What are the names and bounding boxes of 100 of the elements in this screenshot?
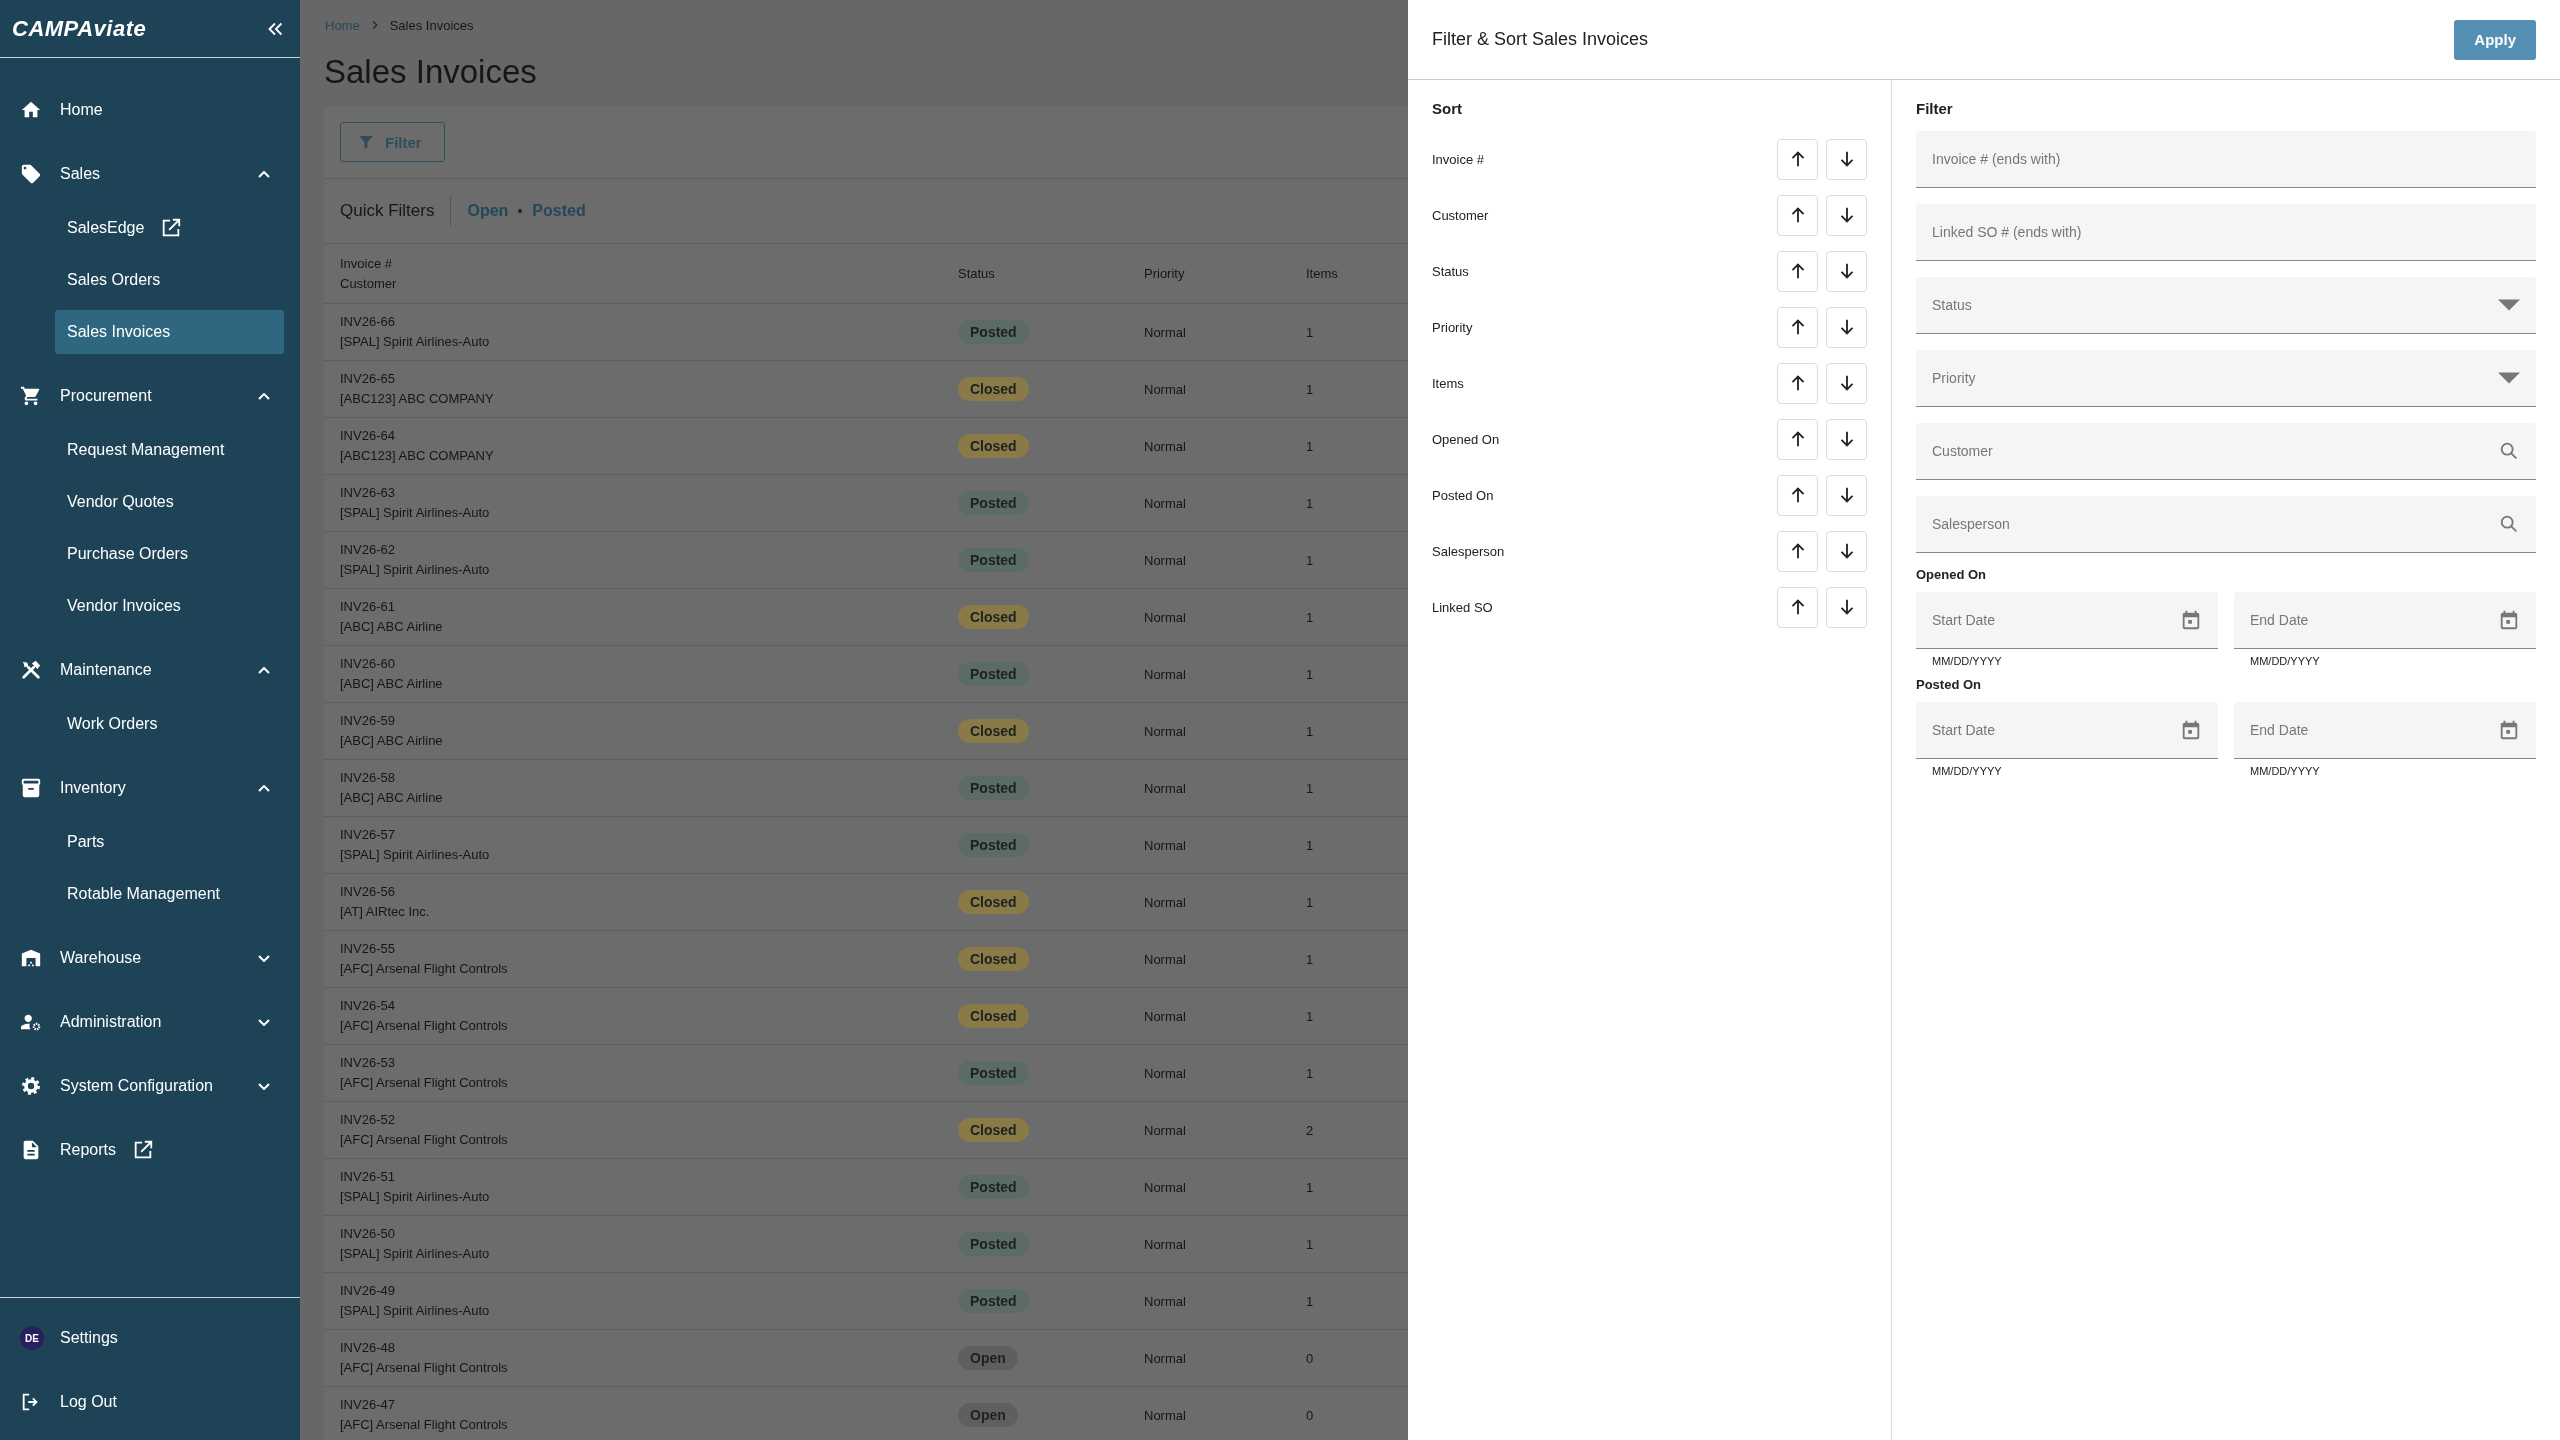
- nav-item[interactable]: System Configuration: [0, 1054, 300, 1118]
- table-cell-text: Normal: [1144, 324, 1187, 340]
- nav-subitem[interactable]: Rotable Management: [55, 872, 284, 916]
- nav-item[interactable]: Administration: [0, 990, 300, 1054]
- sort-ascending-button[interactable]: [1777, 474, 1818, 516]
- sort-ascending-button[interactable]: [1777, 138, 1818, 180]
- table-cell-text: Normal: [1144, 894, 1187, 910]
- table-cell-text: INV26-62 [SPAL] Spirit Airlines-Auto: [340, 541, 491, 579]
- status-badge: Closed: [958, 605, 1029, 629]
- nav-subitem[interactable]: Request Management: [55, 428, 284, 472]
- field-group-label: Posted On: [1916, 677, 1982, 692]
- table-cell-text: Normal: [1144, 723, 1187, 739]
- sort-label: Opened On: [1432, 431, 1501, 447]
- table-cell-text: Normal: [1144, 1236, 1187, 1252]
- table-cell-text: INV26-66 [SPAL] Spirit Airlines-Auto: [340, 313, 491, 351]
- table-cell-text: INV26-57 [SPAL] Spirit Airlines-Auto: [340, 826, 491, 864]
- nav-subitem[interactable]: Work Orders: [55, 702, 284, 746]
- table-cell-text: INV26-63 [SPAL] Spirit Airlines-Auto: [340, 484, 491, 522]
- helper-text: MM/DD/YYYY: [1931, 765, 2003, 777]
- table-cell-text: 2: [1306, 1122, 1315, 1138]
- input-field[interactable]: Invoice # (ends with): [1916, 131, 2536, 188]
- status-badge: Posted: [958, 1232, 1029, 1256]
- table-cell-text: 1: [1306, 1293, 1315, 1309]
- status-badge: Posted: [958, 662, 1029, 686]
- table-cell-text: INV26-54 [AFC] Arsenal Flight Controls: [340, 997, 509, 1035]
- sort-descending-button[interactable]: [1826, 138, 1867, 180]
- nav-item[interactable]: Warehouse: [0, 926, 300, 990]
- nav-item[interactable]: Home: [0, 78, 300, 142]
- nav-item[interactable]: Maintenance: [0, 638, 300, 702]
- table-cell-text: 0: [1306, 1407, 1315, 1423]
- table-cell-text: INV26-55 [AFC] Arsenal Flight Controls: [340, 940, 509, 978]
- status-badge: Closed: [958, 377, 1029, 401]
- calendar-icon: [2180, 719, 2202, 741]
- status-badge: Open: [958, 1346, 1018, 1370]
- calendar-icon: [2180, 609, 2202, 631]
- input-field[interactable]: Status: [1916, 277, 2536, 334]
- helper-text: MM/DD/YYYY: [2249, 655, 2321, 667]
- table-cell-text: 1: [1306, 837, 1315, 853]
- nav-subitem[interactable]: SalesEdge: [55, 206, 284, 250]
- input-field[interactable]: Start Date: [1916, 702, 2218, 759]
- sort-ascending-button[interactable]: [1777, 194, 1818, 236]
- input-field[interactable]: End Date: [2234, 592, 2536, 649]
- input-field[interactable]: End Date: [2234, 702, 2536, 759]
- sort-descending-button[interactable]: [1826, 250, 1867, 292]
- table-cell-text: 1: [1306, 951, 1315, 967]
- avatar: DE: [20, 1326, 44, 1350]
- sort-label: Status: [1432, 263, 1470, 279]
- sort-ascending-button[interactable]: [1777, 586, 1818, 628]
- sort-descending-button[interactable]: [1826, 530, 1867, 572]
- table-cell-text: Normal: [1144, 1008, 1187, 1024]
- status-badge: Closed: [958, 1118, 1029, 1142]
- table-cell-text: Normal: [1144, 1293, 1187, 1309]
- sort-label: Posted On: [1432, 487, 1495, 503]
- status-badge: Posted: [958, 548, 1029, 572]
- sort-descending-button[interactable]: [1826, 306, 1867, 348]
- sort-ascending-button[interactable]: [1777, 306, 1818, 348]
- nav-subitem[interactable]: Sales Invoices: [55, 310, 284, 354]
- table-cell-text: Normal: [1144, 666, 1187, 682]
- table-cell-text: 1: [1306, 1008, 1315, 1024]
- field-group-label: Opened On: [1916, 567, 1988, 582]
- table-cell-text: INV26-49 [SPAL] Spirit Airlines-Auto: [340, 1282, 491, 1320]
- input-field[interactable]: Priority: [1916, 350, 2536, 407]
- table-cell-text: Normal: [1144, 951, 1187, 967]
- nav-item[interactable]: Reports: [0, 1118, 300, 1182]
- input-field[interactable]: Linked SO # (ends with): [1916, 204, 2536, 261]
- table-cell-text: Normal: [1144, 837, 1187, 853]
- table-cell-text: INV26-48 [AFC] Arsenal Flight Controls: [340, 1339, 509, 1377]
- sort-label: Customer: [1432, 207, 1490, 223]
- input-field[interactable]: Salesperson: [1916, 496, 2536, 553]
- logout-item[interactable]: Log Out: [0, 1370, 300, 1434]
- table-cell-text: INV26-56 [AT] AIRtec Inc.: [340, 883, 431, 921]
- sort-ascending-button[interactable]: [1777, 250, 1818, 292]
- sort-descending-button[interactable]: [1826, 418, 1867, 460]
- sort-descending-button[interactable]: [1826, 194, 1867, 236]
- table-cell-text: 1: [1306, 552, 1315, 568]
- nav-item[interactable]: Inventory: [0, 756, 300, 820]
- sort-ascending-button[interactable]: [1777, 530, 1818, 572]
- nav-subitem[interactable]: Parts: [55, 820, 284, 864]
- nav-item[interactable]: Sales: [0, 142, 300, 206]
- settings-item[interactable]: DE Settings: [0, 1306, 300, 1370]
- status-badge: Closed: [958, 947, 1029, 971]
- input-field[interactable]: Customer: [1916, 423, 2536, 480]
- table-cell-text: INV26-61 [ABC] ABC Airline: [340, 598, 444, 636]
- page-title: Sales Invoices: [324, 52, 538, 92]
- nav-item[interactable]: Procurement: [0, 364, 300, 428]
- sort-descending-button[interactable]: [1826, 474, 1867, 516]
- table-cell-text: 1: [1306, 723, 1315, 739]
- sort-ascending-button[interactable]: [1777, 418, 1818, 460]
- sort-ascending-button[interactable]: [1777, 362, 1818, 404]
- table-cell-text: 1: [1306, 381, 1315, 397]
- sort-descending-button[interactable]: [1826, 362, 1867, 404]
- input-field[interactable]: Start Date: [1916, 592, 2218, 649]
- table-cell-text: INV26-58 [ABC] ABC Airline: [340, 769, 444, 807]
- table-cell-text: Normal: [1144, 1122, 1187, 1138]
- nav-subitem[interactable]: Vendor Quotes: [55, 480, 284, 524]
- nav-subitem[interactable]: Purchase Orders: [55, 532, 284, 576]
- nav-subitem[interactable]: Sales Orders: [55, 258, 284, 302]
- nav-subitem[interactable]: Vendor Invoices: [55, 584, 284, 628]
- table-cell-text: 1: [1306, 495, 1315, 511]
- sort-descending-button[interactable]: [1826, 586, 1867, 628]
